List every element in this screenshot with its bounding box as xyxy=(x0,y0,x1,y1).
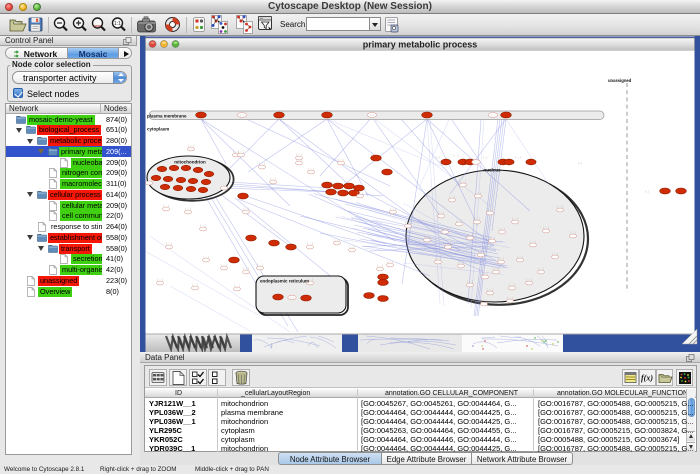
svg-text:[..-..]: [..-..] xyxy=(467,279,472,283)
svg-text:[..-..]: [..-..] xyxy=(334,237,339,241)
svg-text:f(x): f(x) xyxy=(641,374,653,383)
svg-text:mitochondrion: mitochondrion xyxy=(174,160,206,165)
svg-text:[..-..]: [..-..] xyxy=(424,234,429,238)
svg-text:[..-..]: [..-..] xyxy=(478,249,483,253)
svg-text:[..-..]: [..-..] xyxy=(270,176,275,180)
svg-text:[..-..]: [..-..] xyxy=(517,254,522,258)
svg-text:[..-..]: [..-..] xyxy=(221,262,226,266)
svg-text:[..-..]: [..-..] xyxy=(442,226,447,230)
svg-text:[..-..]: [..-..] xyxy=(460,179,465,183)
svg-text:[..-..]: [..-..] xyxy=(487,207,492,211)
svg-text:[..-..]: [..-..] xyxy=(438,210,443,214)
svg-text:[..-..]: [..-..] xyxy=(166,241,171,245)
svg-text:[..-..]: [..-..] xyxy=(435,256,440,260)
svg-text:[..-..]: [..-..] xyxy=(243,206,248,210)
svg-text:[..-..]: [..-..] xyxy=(259,161,264,165)
svg-text:(-..): (-..) xyxy=(483,156,487,160)
svg-text:[..-..]: [..-..] xyxy=(387,259,392,263)
svg-text:[..-..]: [..-..] xyxy=(512,216,517,220)
svg-text:[..-..]: [..-..] xyxy=(475,190,480,194)
svg-text:[..-..]: [..-..] xyxy=(498,256,503,260)
svg-text:primary metabolic process: primary metabolic process xyxy=(363,40,478,50)
svg-text:(-..): (-..) xyxy=(370,113,374,117)
svg-text:[..-..]: [..-..] xyxy=(509,282,514,286)
svg-text:[..-..]: [..-..] xyxy=(449,194,454,198)
svg-text:[..-..]: [..-..] xyxy=(377,263,382,267)
svg-text:(-..): (-..) xyxy=(491,113,495,117)
svg-text:plasma membrane: plasma membrane xyxy=(147,114,187,119)
svg-text:[..-..]: [..-..] xyxy=(405,220,410,224)
svg-text:[..-..]: [..-..] xyxy=(390,206,395,210)
svg-text:(-..): (-..) xyxy=(436,155,440,159)
svg-text:[..-..]: [..-..] xyxy=(499,226,504,230)
svg-text:[..-..]: [..-..] xyxy=(507,295,512,299)
svg-text:[..-..]: [..-..] xyxy=(570,230,575,234)
svg-text:(-..): (-..) xyxy=(240,113,244,117)
svg-text:[..-..]: [..-..] xyxy=(185,206,190,210)
svg-text:[..-..]: [..-..] xyxy=(552,251,557,255)
svg-text:[..-..]: [..-..] xyxy=(474,216,479,220)
svg-text:[..-..]: [..-..] xyxy=(338,157,343,161)
svg-text:[..-..]: [..-..] xyxy=(526,277,531,281)
svg-text:[..-..]: [..-..] xyxy=(296,152,301,156)
svg-text:[..-..]: [..-..] xyxy=(538,266,543,270)
svg-text:[..-..]: [..-..] xyxy=(307,241,312,245)
svg-text:[..-..]: [..-..] xyxy=(238,149,243,153)
svg-text:[..-..]: [..-..] xyxy=(157,277,162,281)
svg-text:[..-..]: [..-..] xyxy=(530,239,535,243)
svg-text:[..-..]: [..-..] xyxy=(493,266,498,270)
svg-text:1:1: 1:1 xyxy=(114,21,121,27)
svg-text:[..-..]: [..-..] xyxy=(456,218,461,222)
svg-text:[..-..]: [..-..] xyxy=(557,204,562,208)
svg-text:[..-..]: [..-..] xyxy=(200,223,205,227)
svg-text:[..-..]: [..-..] xyxy=(234,283,239,287)
svg-text:[..-..]: [..-..] xyxy=(163,203,168,207)
svg-text:[..-..]: [..-..] xyxy=(482,271,487,275)
svg-text:[..-..]: [..-..] xyxy=(308,166,313,170)
svg-text:unassigned: unassigned xyxy=(608,78,632,83)
svg-text:[..-..]: [..-..] xyxy=(192,282,197,286)
svg-text:nucleus: nucleus xyxy=(483,168,501,173)
svg-text:(-..): (-..) xyxy=(645,190,649,194)
svg-text:[..-..]: [..-..] xyxy=(543,225,548,229)
svg-text:[..-..]: [..-..] xyxy=(357,190,362,194)
svg-text:[..-..]: [..-..] xyxy=(243,266,248,270)
svg-text:[..-..]: [..-..] xyxy=(458,260,463,264)
svg-text:[..-..]: [..-..] xyxy=(489,235,494,239)
svg-text:[..-..]: [..-..] xyxy=(467,232,472,236)
svg-text:(-..): (-..) xyxy=(578,161,582,165)
svg-text:[..-..]: [..-..] xyxy=(453,154,458,158)
svg-text:[..-..]: [..-..] xyxy=(515,155,520,159)
svg-text:[..-..]: [..-..] xyxy=(188,143,193,147)
svg-text:(-..): (-..) xyxy=(290,295,294,299)
svg-text:[..-..]: [..-..] xyxy=(349,244,354,248)
svg-text:[..-..]: [..-..] xyxy=(257,262,262,266)
svg-text:endoplasmic reticulum: endoplasmic reticulum xyxy=(260,279,309,284)
svg-text:[..-..]: [..-..] xyxy=(487,287,492,291)
svg-text:[..-..]: [..-..] xyxy=(481,298,486,302)
svg-text:[..-..]: [..-..] xyxy=(445,241,450,245)
svg-text:cytoplasm: cytoplasm xyxy=(147,127,169,132)
svg-text:[..-..]: [..-..] xyxy=(203,254,208,258)
